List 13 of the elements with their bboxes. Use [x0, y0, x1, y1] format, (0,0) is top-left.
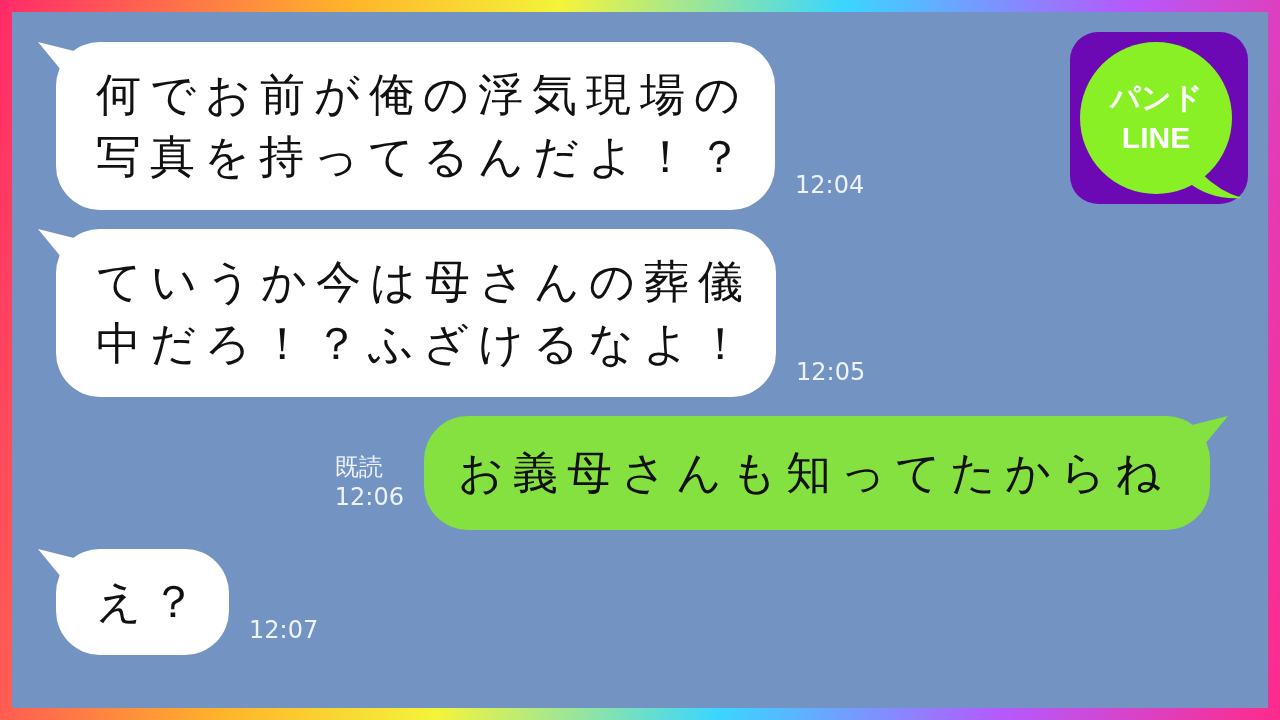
read-receipt: 既読: [334, 452, 383, 482]
message-text: 何でお前が俺の浮気現場の: [96, 67, 750, 123]
message-time: 12:06: [334, 482, 404, 512]
message-text: ていうか今は母さんの葬儀: [96, 254, 752, 310]
logo-text: LINE: [1121, 120, 1191, 156]
message-time: 12:07: [249, 615, 319, 645]
logo-text: パンド: [1109, 80, 1203, 116]
message-text: 中だろ！？ふざけるなよ！: [96, 316, 752, 372]
message-time: 12:04: [795, 170, 865, 200]
message-text: え？: [96, 574, 205, 630]
message-text: お義母さんも知ってたからね: [458, 445, 1170, 501]
message-text: 写真を持ってるんだよ！？: [96, 129, 751, 185]
message-time: 12:05: [796, 357, 866, 387]
